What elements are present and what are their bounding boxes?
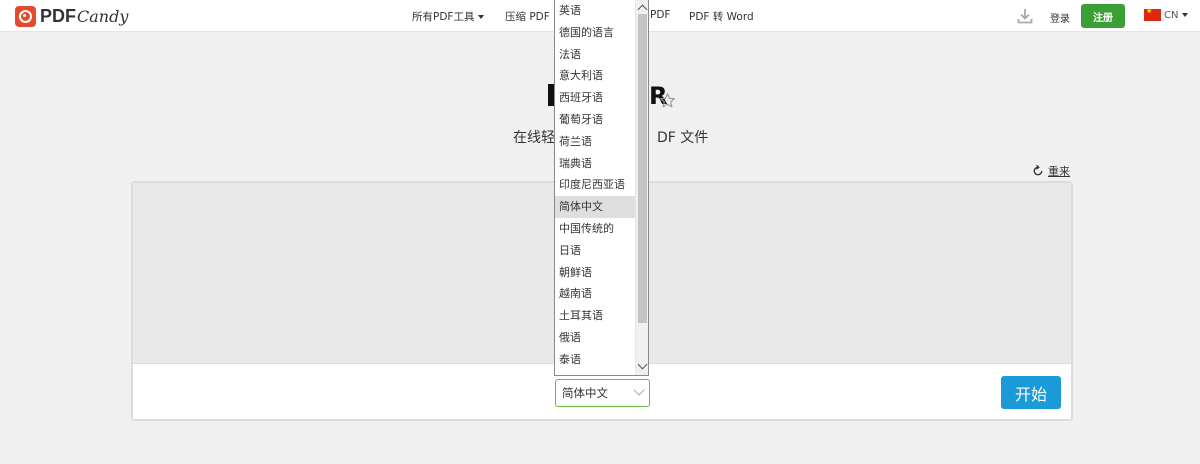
logo[interactable]: PDF Candy xyxy=(15,5,128,27)
dropdown-option[interactable]: 法语 xyxy=(555,44,636,66)
dropdown-option[interactable]: 意大利语 xyxy=(555,65,636,87)
dropdown-option[interactable]: 德国的语言 xyxy=(555,22,636,44)
caret-down-icon xyxy=(478,15,485,19)
scroll-thumb[interactable] xyxy=(638,14,647,323)
download-icon[interactable] xyxy=(1017,8,1033,24)
start-button[interactable]: 开始 xyxy=(1001,376,1061,409)
reset-link[interactable]: 重来 xyxy=(1032,163,1070,179)
subtitle-left: 在线轻 xyxy=(513,130,555,146)
dropdown-option[interactable]: 英语 xyxy=(555,0,636,22)
nav-pdf-partial[interactable]: PDF xyxy=(650,9,670,21)
dropdown-scrollbar[interactable] xyxy=(635,0,648,375)
refresh-icon xyxy=(1033,165,1043,176)
login-link[interactable]: 登录 xyxy=(1050,10,1070,25)
reset-label: 重来 xyxy=(1048,165,1070,178)
language-dropdown-list[interactable]: 英语 德国的语言 法语 意大利语 西班牙语 葡萄牙语 荷兰语 瑞典语 印度尼西亚语 简体中文 中国传… xyxy=(554,0,649,376)
dropdown-option[interactable]: 瑞典语 xyxy=(555,153,636,175)
nav-compress-pdf[interactable]: 压缩 PDF xyxy=(505,9,550,24)
scroll-up-icon[interactable] xyxy=(637,4,648,15)
star-icon[interactable] xyxy=(659,92,676,109)
dropdown-option[interactable]: 越南语 xyxy=(555,283,636,305)
dropdown-option[interactable]: 中国传统的 xyxy=(555,218,636,240)
dropdown-option[interactable]: 俄语 xyxy=(555,327,636,349)
dropdown-option[interactable]: 土耳其语 xyxy=(555,305,636,327)
register-button[interactable]: 注册 xyxy=(1081,4,1125,28)
ocr-language-value: 简体中文 xyxy=(562,386,608,400)
nav-all-tools-label: 所有PDF工具 xyxy=(412,11,475,23)
nav-all-tools[interactable]: 所有PDF工具 xyxy=(412,9,485,24)
logo-text-pdf: PDF xyxy=(40,5,76,26)
subtitle-right: DF 文件 xyxy=(657,130,709,146)
dropdown-option[interactable]: 日语 xyxy=(555,240,636,262)
caret-down-icon xyxy=(1182,13,1189,17)
language-switcher[interactable]: CN xyxy=(1144,7,1189,21)
dropdown-option[interactable]: 简体中文 xyxy=(555,196,636,218)
dropdown-option[interactable]: 荷兰语 xyxy=(555,131,636,153)
chevron-down-icon xyxy=(633,384,645,396)
language-code: CN xyxy=(1164,9,1179,21)
scroll-down-icon[interactable] xyxy=(637,359,648,370)
china-flag-icon xyxy=(1144,7,1161,21)
dropdown-option[interactable]: 朝鲜语 xyxy=(555,262,636,284)
ocr-language-select[interactable]: 简体中文 xyxy=(555,379,650,407)
nav-pdf-to-word[interactable]: PDF 转 Word xyxy=(689,9,754,24)
logo-text-candy: Candy xyxy=(77,6,129,26)
dropdown-option[interactable]: 泰语 xyxy=(555,349,636,371)
dropdown-option[interactable]: 印度尼西亚语 xyxy=(555,174,636,196)
dropdown-option[interactable]: 葡萄牙语 xyxy=(555,109,636,131)
dropdown-option[interactable]: 西班牙语 xyxy=(555,87,636,109)
pdfcandy-logo-icon xyxy=(15,5,36,27)
